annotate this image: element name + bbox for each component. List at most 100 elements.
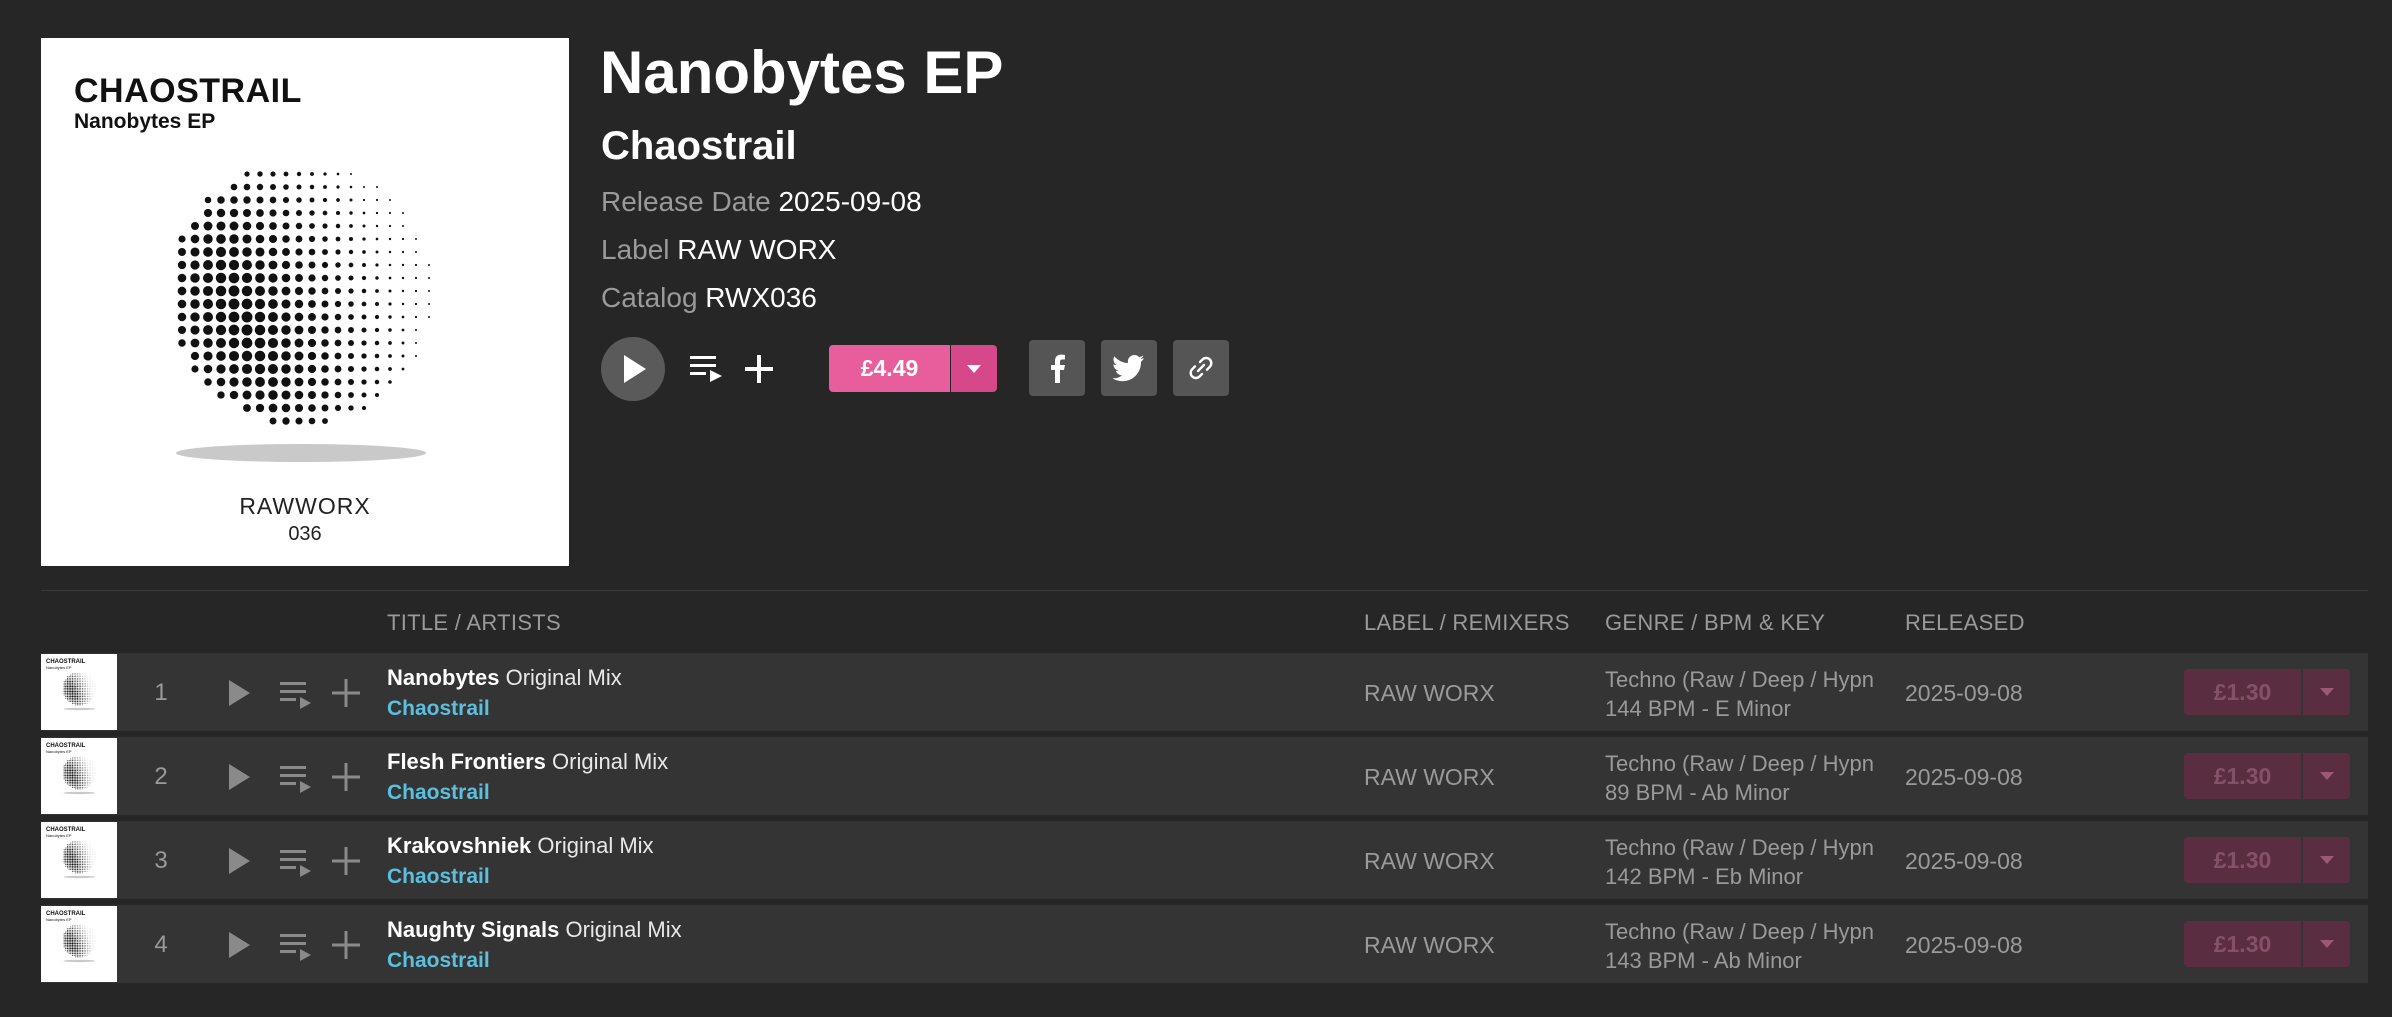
link-icon — [1189, 356, 1213, 380]
release-cover-art: CHAOSTRAIL Nanobytes EP RAWWORX 036 — [41, 38, 569, 566]
catalog-value: RWX036 — [705, 282, 817, 313]
track-row[interactable]: CHAOSTRAIL Nanobytes EP 3 Krakovshniek O… — [41, 821, 2368, 899]
play-icon[interactable] — [226, 678, 252, 708]
cover-title: CHAOSTRAIL — [74, 72, 302, 110]
label-row: Label RAW WORX — [601, 234, 836, 266]
track-thumbnail[interactable]: CHAOSTRAIL Nanobytes EP — [41, 654, 117, 730]
play-release-button[interactable] — [601, 337, 665, 401]
share-twitter-button[interactable] — [1101, 340, 1157, 396]
add-to-queue-icon[interactable] — [279, 678, 313, 710]
track-released-date: 2025-09-08 — [1905, 932, 2023, 958]
play-icon[interactable] — [226, 762, 252, 792]
caret-down-icon — [2319, 688, 2334, 696]
track-name: Krakovshniek — [387, 833, 532, 858]
add-to-playlist-icon[interactable] — [742, 352, 776, 386]
thumbnail-sphere-artwork — [63, 924, 96, 963]
track-released-date: 2025-09-08 — [1905, 848, 2023, 874]
track-artist-link[interactable]: Chaostrail — [387, 781, 490, 805]
track-released-date: 2025-09-08 — [1905, 764, 2023, 790]
release-date-value: 2025-09-08 — [778, 186, 922, 217]
thumbnail-sphere-artwork — [63, 756, 96, 795]
share-facebook-button[interactable] — [1029, 340, 1085, 396]
release-date-label: Release Date — [601, 186, 771, 217]
track-thumbnail[interactable]: CHAOSTRAIL Nanobytes EP — [41, 906, 117, 982]
buy-track-dropdown[interactable] — [2303, 837, 2350, 883]
track-released-date: 2025-09-08 — [1905, 680, 2023, 706]
buy-track-dropdown[interactable] — [2303, 669, 2350, 715]
track-title[interactable]: Naughty Signals Original Mix — [387, 917, 682, 943]
track-label-link[interactable]: RAW WORX — [1364, 680, 1495, 707]
buy-track-button[interactable]: £1.30 — [2184, 669, 2301, 715]
header-label-remixers[interactable]: LABEL / REMIXERS — [1364, 610, 1570, 636]
track-number: 3 — [154, 847, 168, 874]
track-thumbnail[interactable]: CHAOSTRAIL Nanobytes EP — [41, 822, 117, 898]
plus-icon[interactable] — [331, 678, 361, 708]
track-title[interactable]: Nanobytes Original Mix — [387, 665, 622, 691]
cover-subtitle: Nanobytes EP — [74, 110, 216, 133]
header-released[interactable]: RELEASED — [1905, 610, 2025, 636]
thumbnail-sphere-artwork — [63, 840, 96, 879]
label-label: Label — [601, 234, 670, 265]
track-thumbnail[interactable]: CHAOSTRAIL Nanobytes EP — [41, 738, 117, 814]
track-name: Flesh Frontiers — [387, 749, 546, 774]
twitter-icon — [1113, 355, 1144, 382]
track-title[interactable]: Flesh Frontiers Original Mix — [387, 749, 668, 775]
label-link[interactable]: RAW WORX — [677, 234, 836, 265]
track-row[interactable]: CHAOSTRAIL Nanobytes EP 2 Flesh Frontier… — [41, 737, 2368, 815]
plus-icon[interactable] — [331, 762, 361, 792]
track-name: Naughty Signals — [387, 917, 560, 942]
buy-track-dropdown[interactable] — [2303, 921, 2350, 967]
cover-label-logo: RAWWORX — [239, 493, 371, 519]
track-row[interactable]: CHAOSTRAIL Nanobytes EP 1 Nanobytes Orig… — [41, 653, 2368, 731]
copy-link-button[interactable] — [1173, 340, 1229, 396]
track-mix: Original Mix — [537, 833, 654, 858]
caret-down-icon — [2319, 772, 2334, 780]
buy-release-dropdown[interactable] — [951, 345, 997, 392]
track-artist-link[interactable]: Chaostrail — [387, 697, 490, 721]
plus-icon[interactable] — [331, 930, 361, 960]
buy-track-button[interactable]: £1.30 — [2184, 837, 2301, 883]
track-genre[interactable]: Techno (Raw / Deep / Hypnotic) — [1605, 917, 1873, 946]
track-title[interactable]: Krakovshniek Original Mix — [387, 833, 654, 859]
track-number: 4 — [154, 931, 168, 958]
add-to-queue-icon[interactable] — [279, 846, 313, 878]
track-artist-link[interactable]: Chaostrail — [387, 865, 490, 889]
play-icon[interactable] — [226, 930, 252, 960]
add-to-queue-icon[interactable] — [279, 762, 313, 794]
play-icon[interactable] — [226, 846, 252, 876]
track-bpm-key: 143 BPM - Ab Minor — [1605, 948, 1802, 973]
release-artist-link[interactable]: Chaostrail — [601, 124, 797, 169]
release-date-row: Release Date 2025-09-08 — [601, 186, 922, 218]
track-name: Nanobytes — [387, 665, 500, 690]
plus-icon[interactable] — [331, 846, 361, 876]
cover-catalog-number: 036 — [288, 523, 322, 545]
track-row[interactable]: CHAOSTRAIL Nanobytes EP 4 Naughty Signal… — [41, 905, 2368, 983]
buy-track-button[interactable]: £1.30 — [2184, 921, 2301, 967]
track-number: 1 — [154, 679, 168, 706]
caret-down-icon — [2319, 856, 2334, 864]
track-label-link[interactable]: RAW WORX — [1364, 764, 1495, 791]
section-divider — [41, 590, 2368, 591]
track-label-link[interactable]: RAW WORX — [1364, 848, 1495, 875]
buy-track-dropdown[interactable] — [2303, 753, 2350, 799]
header-title-artists[interactable]: TITLE / ARTISTS — [387, 610, 561, 636]
track-genre-bpm-key: Techno (Raw / Deep / Hypnotic) 89 BPM - … — [1605, 749, 1873, 807]
play-icon — [624, 355, 646, 383]
track-label-link[interactable]: RAW WORX — [1364, 932, 1495, 959]
track-number: 2 — [154, 763, 168, 790]
track-mix: Original Mix — [505, 665, 622, 690]
track-artist-link[interactable]: Chaostrail — [387, 949, 490, 973]
add-to-queue-icon[interactable] — [688, 350, 724, 386]
track-genre-bpm-key: Techno (Raw / Deep / Hypnotic) 144 BPM -… — [1605, 665, 1873, 723]
track-bpm-key: 144 BPM - E Minor — [1605, 696, 1791, 721]
release-title: Nanobytes EP — [600, 39, 1004, 106]
track-mix: Original Mix — [565, 917, 682, 942]
buy-release-button[interactable]: £4.49 — [829, 345, 950, 392]
buy-track-button[interactable]: £1.30 — [2184, 753, 2301, 799]
track-genre[interactable]: Techno (Raw / Deep / Hypnotic) — [1605, 833, 1873, 862]
header-genre-bpm-key[interactable]: GENRE / BPM & KEY — [1605, 610, 1825, 636]
track-genre[interactable]: Techno (Raw / Deep / Hypnotic) — [1605, 749, 1873, 778]
sphere-artwork — [176, 171, 430, 462]
track-genre[interactable]: Techno (Raw / Deep / Hypnotic) — [1605, 665, 1873, 694]
add-to-queue-icon[interactable] — [279, 930, 313, 962]
